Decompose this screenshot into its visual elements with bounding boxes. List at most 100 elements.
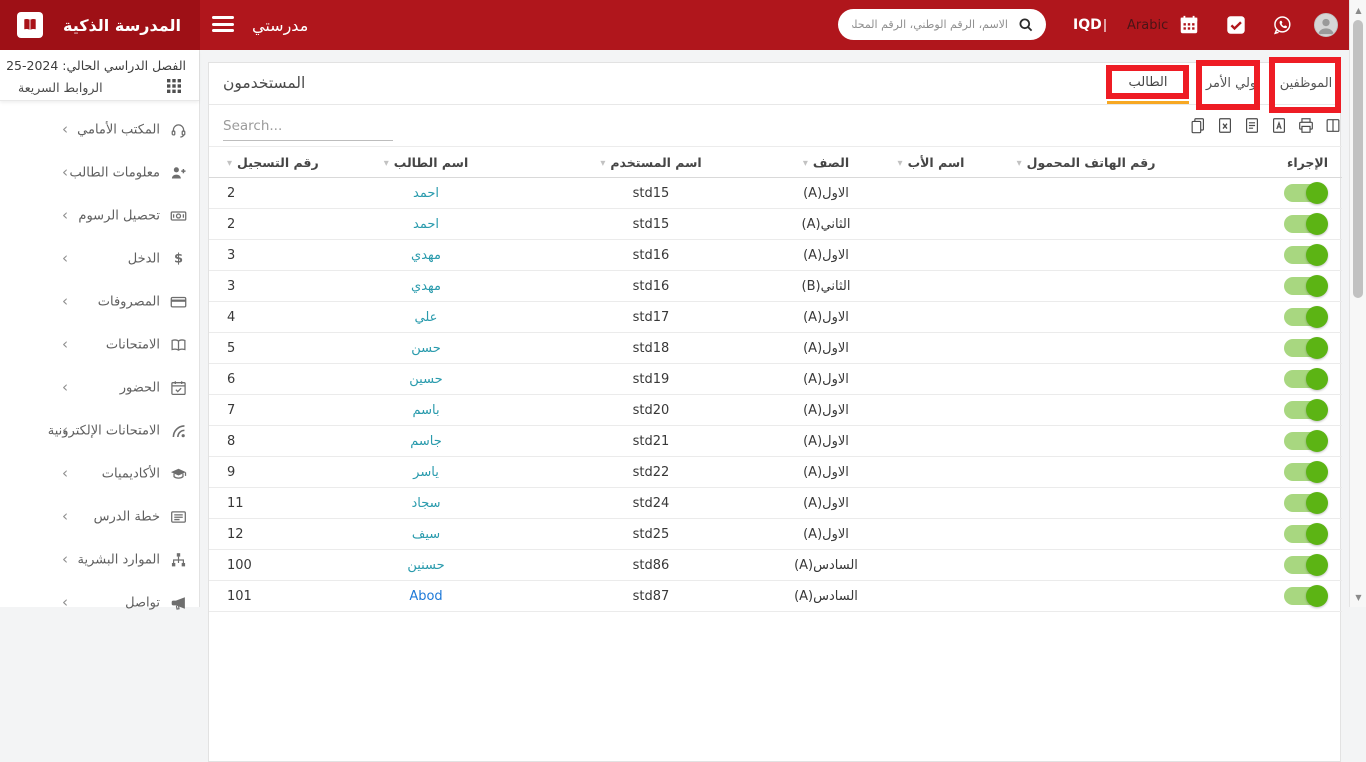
table-row: 2احمدstd15الثاني(A) — [209, 209, 1342, 240]
student-name-link[interactable]: احمد — [413, 217, 439, 232]
currency-selector[interactable]: IQD — [1073, 0, 1102, 50]
student-name-link[interactable]: احمد — [413, 186, 439, 201]
column-header-student-name[interactable]: ▾اسم الطالب — [331, 147, 521, 178]
sidebar-item-online-examinations[interactable]: الامتحانات الإلكترونية — [0, 409, 200, 452]
action-cell — [1181, 550, 1342, 581]
pdf-icon[interactable] — [1270, 116, 1288, 135]
student-name-link[interactable]: مهدي — [411, 248, 441, 263]
scrollbar-up-arrow[interactable] — [1350, 2, 1366, 18]
student-name-link[interactable]: ياسر — [413, 465, 439, 480]
calendar-icon[interactable] — [1178, 14, 1200, 36]
tasks-check-icon[interactable] — [1225, 14, 1247, 36]
status-toggle[interactable] — [1284, 306, 1328, 328]
tab-staff[interactable]: الموظفين — [1269, 63, 1343, 104]
columns-icon[interactable] — [1324, 116, 1342, 135]
print-icon[interactable] — [1297, 116, 1315, 135]
tab-guardian[interactable]: ولي الأمر — [1197, 63, 1265, 104]
column-header-registration-no[interactable]: ▾رقم التسجيل — [209, 147, 331, 178]
status-toggle[interactable] — [1284, 399, 1328, 421]
column-header-username[interactable]: ▾اسم المستخدم — [521, 147, 781, 178]
whatsapp-icon[interactable] — [1271, 14, 1293, 36]
school-name: المدرسة الذكية — [48, 0, 196, 50]
toggle-knob — [1306, 337, 1328, 359]
copy-icon[interactable] — [1189, 116, 1207, 135]
scrollbar-thumb[interactable] — [1353, 20, 1363, 298]
status-toggle[interactable] — [1284, 368, 1328, 390]
status-toggle[interactable] — [1284, 213, 1328, 235]
action-cell — [1181, 519, 1342, 550]
sidebar-item-communicate[interactable]: تواصل — [0, 581, 200, 624]
table-row: 5حسنstd18الاول(A) — [209, 333, 1342, 364]
sidebar-item-lesson-plan[interactable]: خطة الدرس — [0, 495, 200, 538]
status-toggle[interactable] — [1284, 430, 1328, 452]
column-header-class[interactable]: ▾الصف — [781, 147, 871, 178]
username-cell: std18 — [521, 333, 781, 364]
excel-icon[interactable] — [1216, 116, 1234, 135]
sidebar-item-academics[interactable]: الأكاديميات — [0, 452, 200, 495]
quick-links-label[interactable]: الروابط السريعة — [18, 80, 103, 95]
status-toggle[interactable] — [1284, 337, 1328, 359]
action-cell — [1181, 178, 1342, 209]
vertical-scrollbar[interactable] — [1349, 0, 1366, 607]
student-name-link[interactable]: علي — [415, 310, 438, 325]
sidebar-item-front-office[interactable]: المكتب الأمامي — [0, 108, 200, 151]
sidebar-item-label: المصروفات — [98, 294, 160, 309]
sidebar-item-examinations[interactable]: الامتحانات — [0, 323, 200, 366]
table-search-input[interactable] — [223, 116, 393, 141]
student-name-link[interactable]: سجاد — [411, 496, 440, 511]
tab-student[interactable]: الطالب — [1107, 63, 1189, 104]
registration-no-cell: 7 — [209, 395, 331, 426]
action-cell — [1181, 240, 1342, 271]
sidebar-item-student-information[interactable]: معلومات الطالب — [0, 151, 200, 194]
student-name-link[interactable]: سيف — [412, 527, 440, 542]
class-cell: الاول(A) — [781, 364, 871, 395]
student-name-link[interactable]: حسنين — [407, 558, 444, 573]
chevron-left-icon — [62, 549, 68, 567]
student-name-cell: احمد — [331, 178, 521, 209]
student-name-link[interactable]: جاسم — [410, 434, 442, 449]
sidebar-item-human-resources[interactable]: الموارد البشرية — [0, 538, 200, 581]
username-cell: std19 — [521, 364, 781, 395]
student-name-link[interactable]: باسم — [412, 403, 439, 418]
status-toggle[interactable] — [1284, 492, 1328, 514]
hamburger-menu-icon[interactable] — [212, 16, 234, 34]
sidebar-item-income[interactable]: الدخل $ — [0, 237, 200, 280]
status-toggle[interactable] — [1284, 275, 1328, 297]
user-avatar[interactable] — [1314, 13, 1338, 37]
sidebar-item-expenses[interactable]: المصروفات — [0, 280, 200, 323]
status-toggle[interactable] — [1284, 585, 1328, 607]
mobile-number-cell — [991, 333, 1181, 364]
logo-block[interactable]: المدرسة الذكية — [0, 0, 200, 50]
registration-no-cell: 2 — [209, 178, 331, 209]
username-cell: std15 — [521, 178, 781, 209]
lesson-plan-icon — [170, 508, 187, 525]
action-cell — [1181, 209, 1342, 240]
sidebar-item-label: الحضور — [120, 380, 160, 395]
scrollbar-down-arrow[interactable] — [1350, 589, 1366, 605]
student-name-link[interactable]: Abod — [409, 589, 442, 604]
status-toggle[interactable] — [1284, 182, 1328, 204]
sidebar-item-attendance[interactable]: الحضور — [0, 366, 200, 409]
column-header-mobile-number[interactable]: ▾رقم الهاتف المحمول — [991, 147, 1181, 178]
apps-grid-icon[interactable] — [167, 79, 181, 93]
student-name-link[interactable]: حسن — [411, 341, 441, 356]
file-text-icon[interactable] — [1243, 116, 1261, 135]
status-toggle[interactable] — [1284, 554, 1328, 576]
student-name-cell: علي — [331, 302, 521, 333]
status-toggle[interactable] — [1284, 461, 1328, 483]
sidebar-item-label: الامتحانات — [106, 337, 160, 352]
sidebar-item-fees-collection[interactable]: تحصيل الرسوم — [0, 194, 200, 237]
language-selector[interactable]: Arabic — [1127, 0, 1168, 50]
global-search-box[interactable] — [838, 9, 1046, 40]
class-cell: الاول(A) — [781, 395, 871, 426]
search-icon — [1018, 17, 1034, 33]
username-cell: std25 — [521, 519, 781, 550]
class-cell: الاول(A) — [781, 457, 871, 488]
student-name-link[interactable]: حسين — [409, 372, 442, 387]
student-name-link[interactable]: مهدي — [411, 279, 441, 294]
status-toggle[interactable] — [1284, 523, 1328, 545]
global-search-input[interactable] — [850, 17, 1010, 32]
class-cell: الاول(A) — [781, 178, 871, 209]
column-header-father-name[interactable]: ▾اسم الأب — [871, 147, 991, 178]
status-toggle[interactable] — [1284, 244, 1328, 266]
